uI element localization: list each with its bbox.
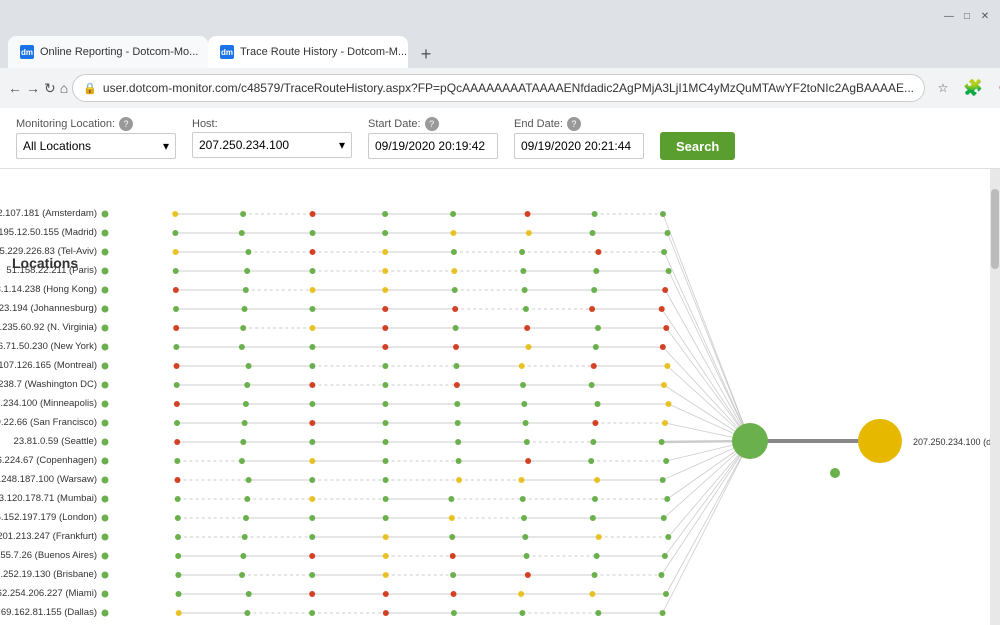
host-select[interactable]: 207.250.234.100 ▾ [192, 132, 352, 158]
svg-text:5.201.213.247 (Frankfurt): 5.201.213.247 (Frankfurt) [0, 531, 97, 542]
tab-label-1: Online Reporting - Dotcom-Mo... [40, 46, 198, 58]
filter-bar: Monitoring Location: ? All Locations ▾ H… [0, 108, 1000, 169]
monitoring-location-info-icon[interactable]: ? [119, 117, 133, 131]
new-tab-button[interactable]: + [412, 40, 440, 68]
dropdown-arrow-icon: ▾ [163, 139, 169, 153]
svg-text:51.158.22.211 (Paris): 51.158.22.211 (Paris) [6, 265, 97, 276]
title-bar: — □ ✕ [0, 0, 1000, 32]
bookmark-button[interactable]: ☆ [929, 74, 957, 102]
svg-text:206.71.50.230 (New York): 206.71.50.230 (New York) [0, 341, 97, 352]
extensions-button[interactable]: 🧩 [959, 74, 987, 102]
svg-text:185.229.226.83 (Tel-Aviv): 185.229.226.83 (Tel-Aviv) [0, 246, 97, 257]
svg-text:28.238.7 (Washington DC): 28.238.7 (Washington DC) [0, 379, 97, 390]
scrollbar-thumb[interactable] [991, 189, 999, 269]
svg-text:4.107.126.165 (Montreal): 4.107.126.165 (Montreal) [0, 360, 97, 371]
start-date-label: Start Date: ? [368, 117, 498, 131]
tab-icon-2: dm [220, 45, 234, 59]
start-date-group: Start Date: ? 09/19/2020 20:19:42 [368, 117, 498, 159]
address-bar-row: ← → ↻ ⌂ 🔒 user.dotcom-monitor.com/c48579… [0, 68, 1000, 108]
search-button[interactable]: Search [660, 132, 735, 160]
svg-text:1.255.7.26 (Buenos Aires): 1.255.7.26 (Buenos Aires) [0, 550, 97, 561]
start-date-info-icon[interactable]: ? [425, 117, 439, 131]
forward-button[interactable]: → [26, 74, 40, 102]
url-text: user.dotcom-monitor.com/c48579/TraceRout… [103, 81, 914, 95]
profile-button[interactable]: ● [989, 74, 1000, 102]
host-group: Host: 207.250.234.100 ▾ [192, 118, 352, 158]
svg-text:103.1.14.238 (Hong Kong): 103.1.14.238 (Hong Kong) [0, 284, 97, 295]
search-group: Search [660, 116, 735, 160]
address-bar[interactable]: 🔒 user.dotcom-monitor.com/c48579/TraceRo… [72, 74, 925, 102]
nodes-group [102, 211, 672, 617]
svg-text:206.224.67 (Copenhagen): 206.224.67 (Copenhagen) [0, 455, 97, 466]
start-date-input[interactable]: 09/19/2020 20:19:42 [368, 133, 498, 159]
minimize-button[interactable]: — [942, 9, 956, 23]
monitoring-location-label: Monitoring Location: ? [16, 117, 176, 131]
monitoring-location-select[interactable]: All Locations ▾ [16, 133, 176, 159]
svg-text:50.234.100 (Minneapolis): 50.234.100 (Minneapolis) [0, 398, 97, 409]
tab-icon-1: dm [20, 45, 34, 59]
host-label: Host: [192, 118, 352, 130]
svg-text:142.107.181 (Amsterdam): 142.107.181 (Amsterdam) [0, 208, 97, 219]
svg-text:195.12.50.155 (Madrid): 195.12.50.155 (Madrid) [0, 227, 97, 238]
svg-text:103.120.178.71 (Mumbai): 103.120.178.71 (Mumbai) [0, 493, 97, 504]
back-button[interactable]: ← [8, 74, 22, 102]
home-button[interactable]: ⌂ [60, 74, 68, 102]
svg-text:23.81.0.59 (Seattle): 23.81.0.59 (Seattle) [14, 436, 97, 447]
svg-text:23.235.60.92 (N. Virginia): 23.235.60.92 (N. Virginia) [0, 322, 97, 333]
address-bar-actions: ☆ 🧩 ● ⋮ [929, 74, 1000, 102]
browser-frame: — □ ✕ dm Online Reporting - Dotcom-Mo...… [0, 0, 1000, 108]
end-date-info-icon[interactable]: ? [567, 117, 581, 131]
svg-text:207.250.234.100 (dmage): 207.250.234.100 (dmage) [913, 437, 990, 447]
svg-text:46.248.187.100 (Warsaw): 46.248.187.100 (Warsaw) [0, 474, 97, 485]
reload-button[interactable]: ↻ [44, 74, 56, 102]
location-labels-group: 142.107.181 (Amsterdam) 195.12.50.155 (Ma… [0, 208, 97, 618]
tab-trace-route[interactable]: dm Trace Route History - Dotcom-M... ✕ [208, 36, 408, 68]
end-date-input[interactable]: 09/19/2020 20:21:44 [514, 133, 644, 159]
monitoring-location-group: Monitoring Location: ? All Locations ▾ [16, 117, 176, 159]
lock-icon: 🔒 [83, 82, 97, 95]
svg-text:23.252.19.130 (Brisbane): 23.252.19.130 (Brisbane) [0, 569, 97, 580]
scrollbar[interactable] [990, 169, 1000, 625]
trace-route-graph: 142.107.181 (Amsterdam) 195.12.50.155 (Ma… [0, 199, 990, 625]
svg-text:5.49.22.66 (San Francisco): 5.49.22.66 (San Francisco) [0, 417, 97, 428]
large-nodes-group: 207.250.234.100 (dmage) [732, 419, 990, 478]
tab-label-2: Trace Route History - Dotcom-M... [240, 46, 407, 58]
svg-text:69.162.81.155 (Dallas): 69.162.81.155 (Dallas) [1, 607, 97, 618]
svg-text:5.152.197.179 (London): 5.152.197.179 (London) [0, 512, 97, 523]
tabs-bar: dm Online Reporting - Dotcom-Mo... ✕ dm … [0, 32, 1000, 68]
end-date-label: End Date: ? [514, 117, 644, 131]
page-content: Monitoring Location: ? All Locations ▾ H… [0, 108, 1000, 625]
maximize-button[interactable]: □ [960, 9, 974, 23]
end-date-group: End Date: ? 09/19/2020 20:21:44 [514, 117, 644, 159]
close-button[interactable]: ✕ [978, 9, 992, 23]
tab-online-reporting[interactable]: dm Online Reporting - Dotcom-Mo... ✕ [8, 36, 208, 68]
svg-text:21.23.194 (Johannesburg): 21.23.194 (Johannesburg) [0, 303, 97, 314]
connection-lines-group [175, 214, 860, 613]
visualization-area: Locations 142.107.181 (Amsterdam)195.12.… [0, 169, 1000, 625]
svg-text:162.254.206.227 (Miami): 162.254.206.227 (Miami) [0, 588, 97, 599]
window-controls[interactable]: — □ ✕ [942, 9, 992, 23]
host-dropdown-arrow-icon: ▾ [339, 138, 345, 152]
